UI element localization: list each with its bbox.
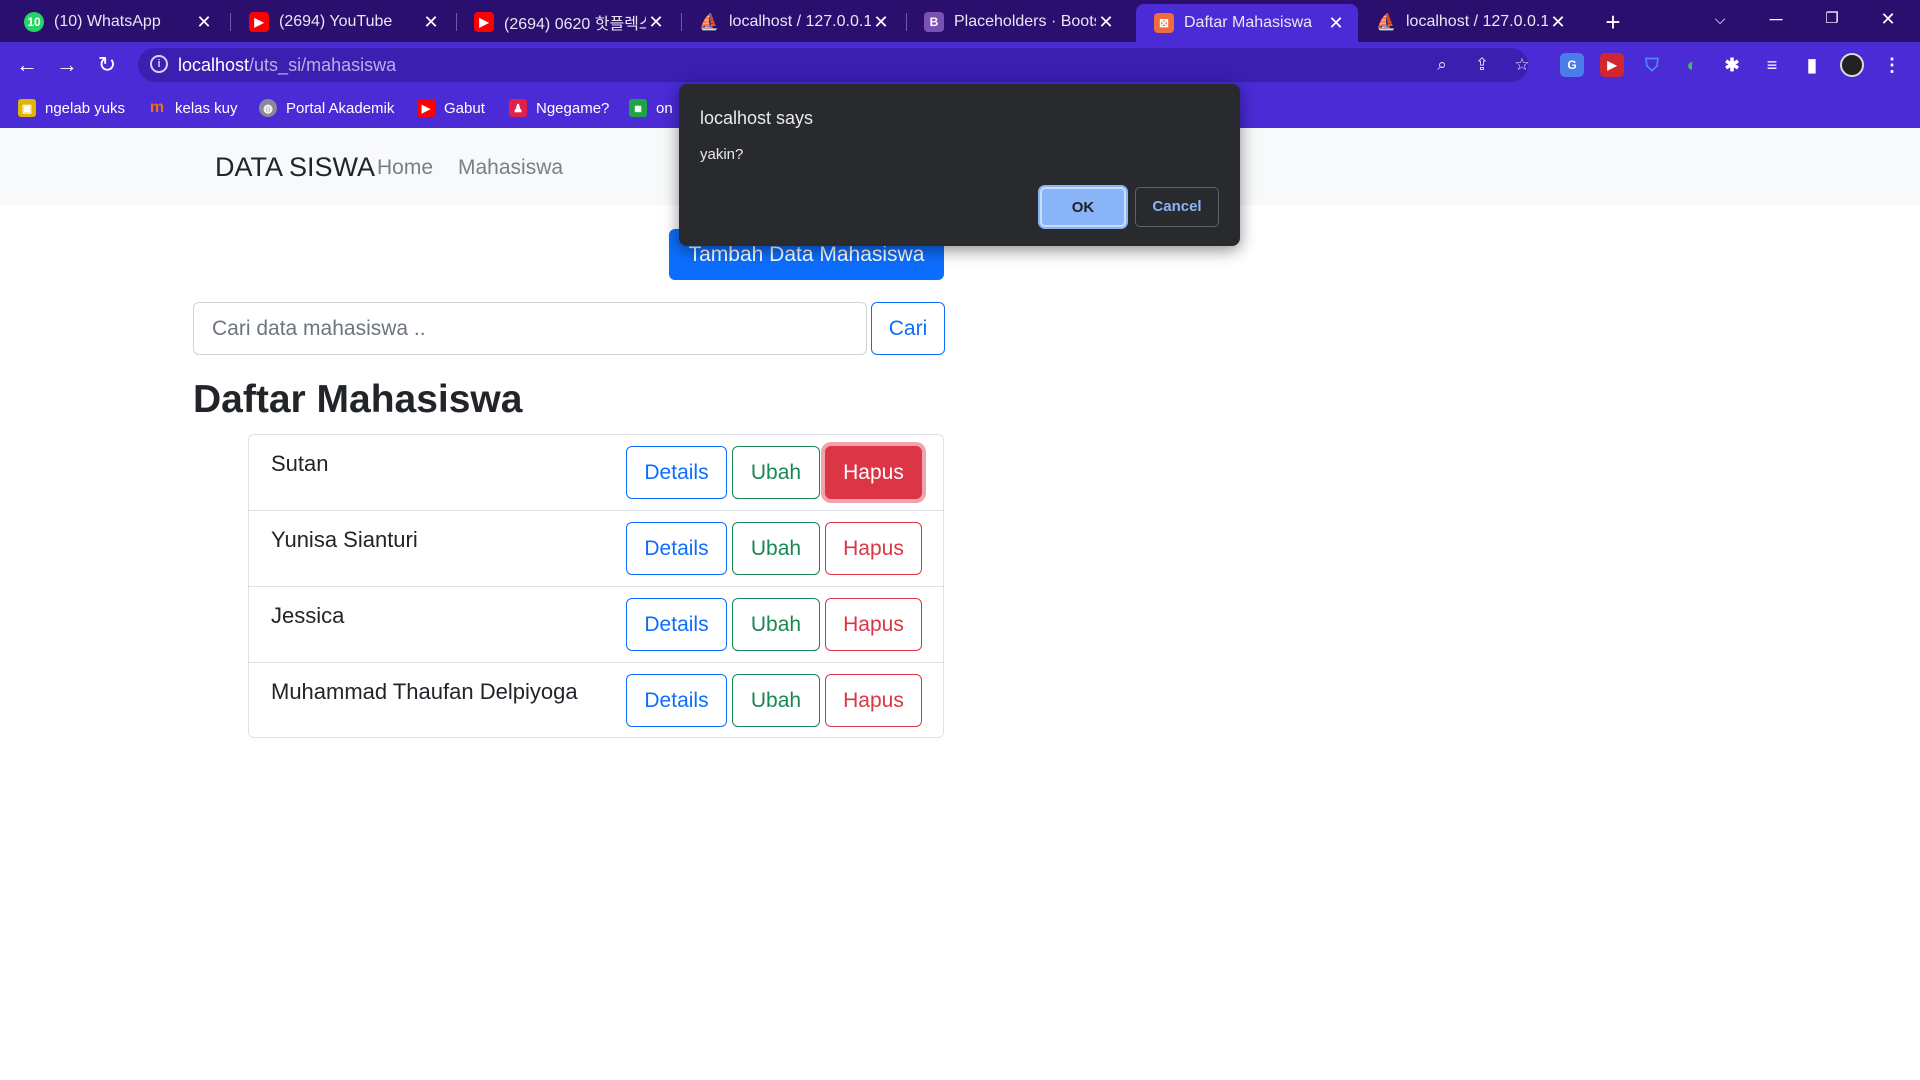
- close-icon[interactable]: ✕: [871, 12, 891, 33]
- nav-link-home[interactable]: Home: [377, 156, 433, 180]
- list-item: Muhammad Thaufan Delpiyoga Details Ubah …: [249, 663, 943, 739]
- tab-phpmyadmin[interactable]: ⛵ localhost / 127.0.0.1 / ✕: [681, 4, 903, 40]
- color-extension-icon[interactable]: ◐: [1680, 53, 1704, 77]
- share-icon[interactable]: ⇪: [1472, 55, 1492, 75]
- bookmark-star-icon[interactable]: ☆: [1512, 55, 1532, 75]
- profile-avatar[interactable]: [1840, 53, 1864, 77]
- phpmyadmin-icon: ⛵: [1376, 14, 1396, 31]
- close-icon[interactable]: ✕: [1326, 13, 1346, 34]
- delete-button[interactable]: Hapus: [825, 446, 922, 499]
- ok-button[interactable]: OK: [1040, 187, 1126, 227]
- edit-button[interactable]: Ubah: [732, 522, 820, 575]
- nav-link-mahasiswa[interactable]: Mahasiswa: [458, 156, 563, 180]
- new-tab-button[interactable]: +: [1598, 4, 1628, 40]
- student-name: Yunisa Sianturi: [271, 527, 418, 552]
- list-item: Jessica Details Ubah Hapus: [249, 587, 943, 663]
- media-extension-icon[interactable]: ▶: [1600, 53, 1624, 77]
- youtube-icon: ▶: [474, 12, 494, 32]
- menu-kebab-icon[interactable]: ⋮: [1880, 53, 1904, 77]
- student-name: Muhammad Thaufan Delpiyoga: [271, 679, 578, 704]
- close-icon[interactable]: ✕: [646, 12, 666, 33]
- side-panel-icon[interactable]: ▮: [1800, 53, 1824, 77]
- bookmark-on[interactable]: ▦ on: [629, 97, 673, 119]
- browser-toolbar: ← → ↻ i localhost/uts_si/mahasiswa ⌕ ⇪ ☆…: [0, 42, 1920, 88]
- tab-youtube-2[interactable]: ▶ (2694) 0620 핫플렉스 ✕: [456, 4, 678, 40]
- bookmark-gabut[interactable]: ▶ Gabut: [417, 97, 485, 119]
- extensions-puzzle-icon[interactable]: ✱: [1720, 53, 1744, 77]
- bookmark-ngelab-yuks[interactable]: ▣ ngelab yuks: [18, 97, 125, 119]
- game-icon: ♟: [509, 99, 527, 117]
- close-icon[interactable]: ✕: [1548, 12, 1568, 33]
- tab-title: (2694) YouTube: [279, 13, 393, 30]
- edit-button[interactable]: Ubah: [732, 598, 820, 651]
- tab-title: localhost / 127.0.0.1 /: [1406, 13, 1548, 30]
- bookmark-kelas-kuy[interactable]: m kelas kuy: [148, 97, 238, 119]
- edit-button[interactable]: Ubah: [732, 446, 820, 499]
- codeigniter-icon: ⊠: [1154, 13, 1174, 33]
- delete-button[interactable]: Hapus: [825, 674, 922, 727]
- list-item: Yunisa Sianturi Details Ubah Hapus: [249, 511, 943, 587]
- address-bar[interactable]: i localhost/uts_si/mahasiswa ⌕ ⇪ ☆: [138, 48, 1530, 82]
- close-icon[interactable]: ✕: [194, 12, 214, 33]
- reload-icon[interactable]: ↻: [92, 50, 122, 80]
- close-window-button[interactable]: ✕: [1860, 0, 1916, 40]
- browser-tab-strip: 10 (10) WhatsApp ✕ ▶ (2694) YouTube ✕ ▶ …: [0, 0, 1920, 42]
- cancel-button[interactable]: Cancel: [1135, 187, 1219, 227]
- tab-youtube[interactable]: ▶ (2694) YouTube ✕: [231, 4, 453, 40]
- details-button[interactable]: Details: [626, 598, 727, 651]
- tab-phpmyadmin-2[interactable]: ⛵ localhost / 127.0.0.1 / ✕: [1358, 4, 1580, 40]
- tab-bootstrap[interactable]: B Placeholders · Bootstr ✕: [906, 4, 1128, 40]
- url-text: localhost/uts_si/mahasiswa: [178, 55, 397, 75]
- tab-title: Placeholders · Bootstr: [954, 13, 1096, 30]
- meet-icon: ▦: [629, 99, 647, 117]
- restore-button[interactable]: ❐: [1804, 0, 1860, 40]
- dialog-message: yakin?: [700, 146, 744, 163]
- page-title: Daftar Mahasiswa: [193, 378, 523, 421]
- tab-title: (2694) 0620 핫플렉스: [504, 16, 646, 33]
- dialog-title: localhost says: [700, 108, 814, 128]
- youtube-icon: ▶: [249, 12, 269, 32]
- student-name: Sutan: [271, 451, 329, 476]
- forward-icon[interactable]: →: [52, 50, 82, 80]
- student-list: Sutan Details Ubah Hapus Yunisa Sianturi…: [248, 434, 944, 738]
- back-icon[interactable]: ←: [12, 50, 42, 80]
- tab-title: (10) WhatsApp: [54, 13, 161, 30]
- edit-button[interactable]: Ubah: [732, 674, 820, 727]
- close-icon[interactable]: ✕: [421, 12, 441, 33]
- details-button[interactable]: Details: [626, 674, 727, 727]
- tab-title: localhost / 127.0.0.1 /: [729, 13, 871, 30]
- youtube-icon: ▶: [417, 99, 435, 117]
- list-item: Sutan Details Ubah Hapus: [249, 435, 943, 511]
- zoom-icon[interactable]: ⌕: [1432, 55, 1452, 75]
- close-icon[interactable]: ✕: [1096, 12, 1116, 33]
- bootstrap-icon: B: [924, 12, 944, 32]
- tab-daftar-mahasiswa[interactable]: ⊠ Daftar Mahasiswa ✕: [1136, 4, 1358, 42]
- details-button[interactable]: Details: [626, 446, 727, 499]
- kelas-icon: m: [149, 99, 165, 116]
- confirm-dialog: localhost says yakin? OK Cancel: [679, 84, 1240, 246]
- delete-button[interactable]: Hapus: [825, 598, 922, 651]
- search-input[interactable]: [193, 302, 867, 355]
- shield-extension-icon[interactable]: ⛉: [1640, 53, 1664, 77]
- delete-button[interactable]: Hapus: [825, 522, 922, 575]
- tab-title: Daftar Mahasiswa: [1184, 14, 1313, 31]
- search-button[interactable]: Cari: [871, 302, 945, 355]
- whatsapp-icon: 10: [24, 12, 44, 32]
- phpmyadmin-icon: ⛵: [699, 14, 719, 31]
- bookmark-portal-akademik[interactable]: ◍ Portal Akademik: [259, 97, 394, 119]
- media-queue-icon[interactable]: ≡: [1760, 53, 1784, 77]
- tab-search-icon[interactable]: ⌵: [1692, 0, 1748, 40]
- bookmark-ngegame[interactable]: ♟ Ngegame?: [509, 97, 609, 119]
- details-button[interactable]: Details: [626, 522, 727, 575]
- minimize-button[interactable]: ─: [1748, 0, 1804, 40]
- tab-whatsapp[interactable]: 10 (10) WhatsApp ✕: [6, 4, 226, 40]
- globe-icon: ◍: [259, 99, 277, 117]
- navbar-brand[interactable]: DATA SISWA: [215, 152, 375, 183]
- folder-icon: ▣: [18, 99, 36, 117]
- site-info-icon[interactable]: i: [150, 55, 168, 73]
- student-name: Jessica: [271, 603, 345, 628]
- translate-extension-icon[interactable]: G: [1560, 53, 1584, 77]
